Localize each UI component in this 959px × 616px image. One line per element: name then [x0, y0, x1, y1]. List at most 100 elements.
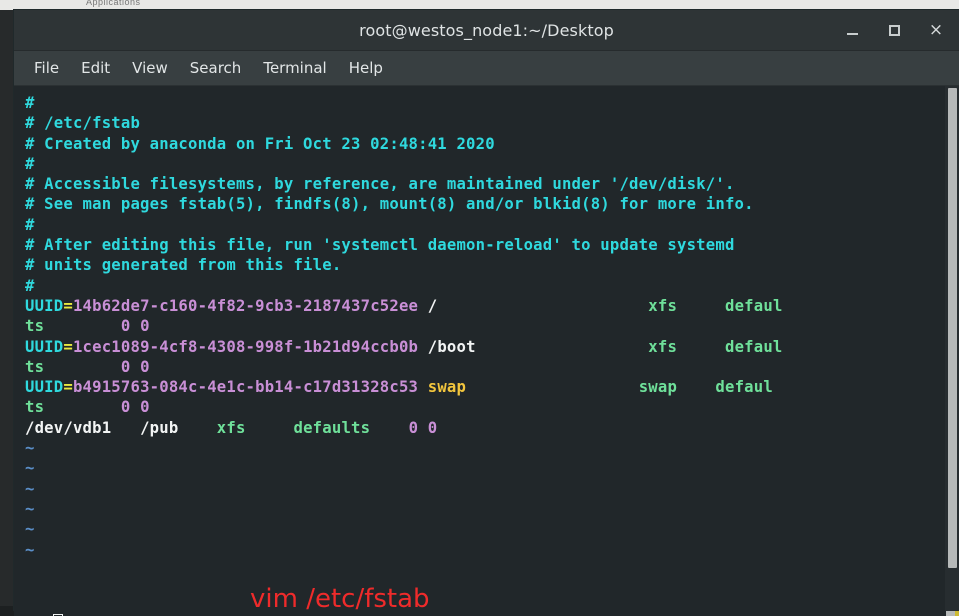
scrollbar-track[interactable] [945, 86, 959, 611]
vim-token: 0 0 [408, 418, 438, 437]
vim-token: ~ [25, 540, 35, 559]
vim-token: /boot [418, 337, 476, 356]
vim-token: # [25, 276, 35, 295]
vim-token: / [418, 296, 438, 315]
vim-token: 0 0 [120, 398, 150, 417]
vim-token: # After editing this file, run 'systemct… [25, 236, 735, 255]
terminal-body[interactable]: # # /etc/fstab # Created by anaconda on Fr… [14, 86, 959, 611]
vim-token [476, 338, 649, 356]
vim-token [44, 317, 121, 335]
vim-token [111, 419, 140, 437]
vim-buffer-line: # /etc/fstab [25, 113, 937, 133]
vim-token: ~ [25, 439, 35, 458]
vim-buffer-line: # Created by anaconda on Fri Oct 23 02:4… [25, 134, 937, 154]
vim-buffer-line: # [25, 215, 937, 235]
scrollbar-thumb[interactable] [948, 88, 957, 568]
vim-buffer-line: UUID=1cec1089-4cf8-4308-998f-1b21d94ccb0… [25, 337, 937, 357]
vim-token: 14b62de7-c160-4f82-9cb3-2187437c52ee [72, 296, 419, 315]
vim-token: defaul [724, 337, 783, 356]
vim-token: swap [638, 378, 678, 397]
vim-token: ~ [25, 520, 35, 539]
annotation-label: vim /etc/fstab [250, 584, 430, 611]
vim-buffer-line: ts 0 0 [25, 357, 937, 377]
vim-token: xfs [216, 418, 246, 437]
window-controls: × [843, 10, 945, 50]
menu-item-search[interactable]: Search [179, 56, 253, 80]
vim-buffer-line: ts 0 0 [25, 316, 937, 336]
vim-token: ts [25, 317, 45, 336]
vim-token [466, 378, 639, 396]
vim-token: # See man pages fstab(5), findfs(8), mou… [25, 195, 754, 214]
vim-buffer-line: ~ [25, 479, 937, 499]
scrollbar-thumb-bottom[interactable] [946, 611, 955, 616]
vim-token: # [25, 94, 35, 112]
vim-buffer-line: # See man pages fstab(5), findfs(8), mou… [25, 194, 937, 214]
vim-token: UUID [25, 337, 64, 356]
vim-token: ts [25, 398, 45, 417]
minimize-icon[interactable] [843, 21, 861, 39]
vim-token: # Created by anaconda on Fri Oct 23 02:4… [25, 134, 495, 153]
vim-token: # Accessible filesystems, by reference, … [25, 175, 735, 194]
vim-token: xfs [648, 337, 678, 356]
vim-token [677, 297, 725, 315]
vim-token [44, 398, 121, 416]
desktop-backdrop-left [0, 10, 14, 616]
menu-item-file[interactable]: File [23, 56, 70, 80]
vim-buffer-line: # Accessible filesystems, by reference, … [25, 174, 937, 194]
vim-token: UUID [25, 296, 64, 315]
vim-token: ~ [25, 499, 35, 518]
vim-buffer-line: # [25, 93, 937, 113]
vim-token: 0 0 [120, 317, 150, 336]
vim-token: defaults [293, 418, 371, 437]
vim-token [677, 378, 715, 396]
vim-token: defaul [725, 296, 783, 315]
window-title: root@westos_node1:~/Desktop [359, 21, 614, 40]
vim-token: ~ [25, 479, 35, 498]
maximize-icon[interactable] [885, 21, 903, 39]
vim-token: ts [25, 357, 45, 376]
desktop-panel-label: Applications [86, 0, 141, 7]
vim-buffer-line: # After editing this file, run 'systemct… [25, 235, 937, 255]
vim-buffer-line: UUID=b4915763-084c-4e1c-bb14-c17d31328c5… [25, 377, 937, 397]
screen: Applications root@westos_node1:~/Desktop… [0, 0, 959, 616]
vim-token [677, 338, 725, 356]
vim-buffer: # # /etc/fstab # Created by anaconda on Fr… [25, 93, 937, 560]
vim-token: 0 0 [120, 357, 150, 376]
vim-token: # units generated from this file. [25, 256, 342, 275]
vim-token: b4915763-084c-4e1c-bb14-c17d31328c53 [72, 378, 419, 397]
vim-buffer-line: ~ [25, 540, 937, 560]
menu-item-view[interactable]: View [121, 56, 179, 80]
vim-token [370, 419, 408, 437]
vim-token: ~ [25, 459, 35, 478]
menu-item-help[interactable]: Help [338, 56, 394, 80]
vim-buffer-line: UUID=14b62de7-c160-4f82-9cb3-2187437c52e… [25, 296, 937, 316]
vim-token: 1cec1089-4cf8-4308-998f-1b21d94ccb0b [72, 337, 419, 356]
vim-token: swap [418, 378, 467, 397]
close-icon[interactable]: × [927, 21, 945, 39]
vim-buffer-line: # units generated from this file. [25, 255, 937, 275]
vim-token: = [63, 378, 73, 397]
vim-token [437, 297, 648, 315]
vim-buffer-line: # [25, 276, 937, 296]
menu-item-terminal[interactable]: Terminal [252, 56, 337, 80]
desktop-panel-strip: Applications [0, 0, 959, 10]
vim-buffer-line: ~ [25, 438, 937, 458]
screen-edge-marker [955, 611, 959, 616]
vim-token: = [63, 337, 73, 356]
vim-token: /dev/vdb1 [25, 418, 112, 437]
vim-buffer-line: # [25, 154, 937, 174]
vim-token [44, 358, 121, 376]
vim-token: UUID [25, 378, 64, 397]
vim-token: xfs [648, 296, 678, 315]
vim-status-line: :wq https://blog.csdn.net/weixin_4713361… [14, 611, 959, 616]
vim-token: # [25, 215, 35, 234]
titlebar[interactable]: root@westos_node1:~/Desktop × [14, 10, 959, 51]
vim-token: defaul [715, 378, 773, 397]
menubar: File Edit View Search Terminal Help [14, 51, 959, 86]
vim-buffer-line: /dev/vdb1 /pub xfs defaults 0 0 [25, 418, 937, 438]
vim-token: /pub [140, 418, 179, 437]
vim-buffer-line: ~ [25, 519, 937, 539]
vim-buffer-line: ts 0 0 [25, 397, 937, 417]
vim-token: # [25, 154, 35, 173]
menu-item-edit[interactable]: Edit [70, 56, 121, 80]
